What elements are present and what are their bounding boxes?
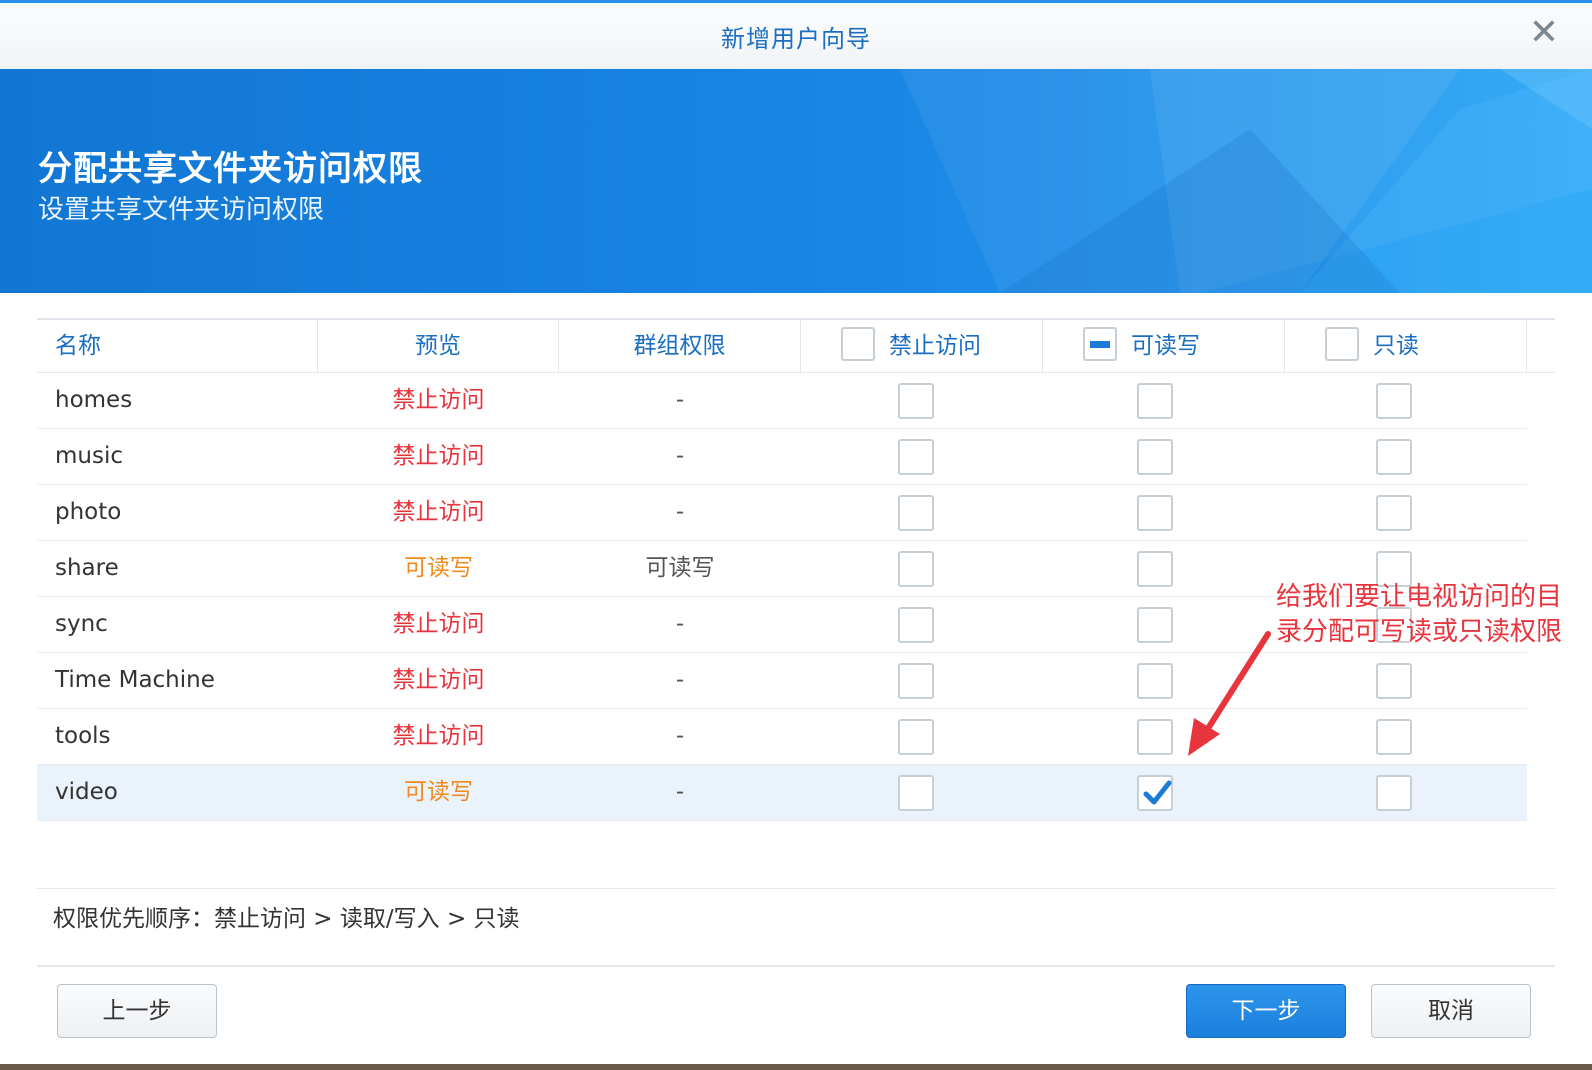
deny-checkbox[interactable] [898, 439, 934, 475]
folder-name: Time Machine [55, 667, 215, 693]
table-row[interactable]: photo 禁止访问 - [37, 485, 1527, 541]
group-permission: - [675, 779, 685, 805]
group-permission: - [675, 723, 685, 749]
preview-permission: 禁止访问 [392, 387, 485, 413]
col-header-rw: 可读写 [1043, 320, 1285, 372]
ro-checkbox[interactable] [1376, 719, 1412, 755]
group-permission: - [675, 611, 685, 637]
annotation-arrow-icon [1188, 631, 1271, 756]
rw-checkbox[interactable] [1137, 663, 1173, 699]
banner-title: 分配共享文件夹访问权限 [38, 149, 423, 189]
header-checkbox-deny[interactable] [841, 327, 875, 361]
folder-name: photo [55, 499, 122, 525]
table-row[interactable]: video 可读写 - [37, 765, 1527, 821]
preview-permission: 禁止访问 [392, 611, 485, 637]
folder-name: music [55, 443, 124, 469]
deny-checkbox[interactable] [898, 775, 934, 811]
priority-note-text: 权限优先顺序：禁止访问 > 读取/写入 > 只读 [53, 906, 520, 932]
priority-note: 权限优先顺序：禁止访问 > 读取/写入 > 只读 [37, 888, 1555, 932]
table-row[interactable]: Time Machine 禁止访问 - [37, 653, 1527, 709]
col-header-ro: 只读 [1285, 320, 1527, 372]
ro-checkbox[interactable] [1376, 439, 1412, 475]
col-header-preview[interactable]: 预览 [318, 320, 559, 372]
deny-checkbox[interactable] [898, 607, 934, 643]
rw-checkbox[interactable] [1137, 551, 1173, 587]
background-strip [0, 1064, 1592, 1070]
preview-permission: 禁止访问 [392, 499, 485, 525]
next-button[interactable]: 下一步 [1186, 984, 1346, 1038]
col-header-rw-label: 可读写 [1131, 333, 1200, 359]
table-row[interactable]: homes 禁止访问 - [37, 373, 1527, 429]
rw-checkbox[interactable] [1137, 383, 1173, 419]
folder-name: share [55, 555, 119, 581]
table-row[interactable]: tools 禁止访问 - [37, 709, 1527, 765]
group-permission: - [675, 667, 685, 693]
banner-subtitle: 设置共享文件夹访问权限 [38, 195, 325, 225]
checkmark-icon [1143, 780, 1172, 805]
preview-permission: 可读写 [404, 779, 473, 805]
deny-checkbox[interactable] [898, 383, 934, 419]
folder-name: video [55, 779, 118, 805]
header-checkbox-ro[interactable] [1325, 327, 1359, 361]
col-header-deny-label: 禁止访问 [889, 333, 981, 359]
group-permission: 可读写 [645, 555, 715, 581]
col-header-name[interactable]: 名称 [37, 320, 318, 372]
close-icon[interactable]: ✕ [1524, 13, 1564, 53]
ro-checkbox[interactable] [1376, 495, 1412, 531]
header-checkbox-rw[interactable] [1083, 327, 1117, 361]
table-header: 名称 预览 群组权限 禁止访问 可读写 只读 [37, 318, 1555, 373]
deny-checkbox[interactable] [898, 663, 934, 699]
permission-table: 名称 预览 群组权限 禁止访问 可读写 只读 homes 禁止访问 - music 禁止… [37, 318, 1555, 821]
ro-checkbox[interactable] [1376, 775, 1412, 811]
table-row[interactable]: music 禁止访问 - [37, 429, 1527, 485]
ro-checkbox[interactable] [1376, 663, 1412, 699]
annotation-text: 给我们要让电视访问的目录分配可写读或只读权限 [1276, 582, 1563, 647]
preview-permission: 禁止访问 [392, 443, 485, 469]
add-user-wizard-dialog: 新增用户向导 ✕ 分配共享文件夹访问权限 设置共享文件夹访问权限 名称 预览 群… [0, 0, 1592, 1070]
group-permission: - [675, 499, 685, 525]
rw-checkbox[interactable] [1137, 719, 1173, 755]
group-permission: - [675, 443, 685, 469]
rw-checkbox[interactable] [1137, 495, 1173, 531]
rw-checkbox[interactable] [1137, 775, 1173, 811]
ro-checkbox[interactable] [1376, 383, 1412, 419]
col-header-group[interactable]: 群组权限 [559, 320, 801, 372]
preview-permission: 禁止访问 [392, 723, 485, 749]
window-title: 新增用户向导 [721, 25, 871, 53]
preview-permission: 可读写 [404, 555, 473, 581]
header-banner: 分配共享文件夹访问权限 设置共享文件夹访问权限 [0, 69, 1592, 293]
deny-checkbox[interactable] [898, 551, 934, 587]
col-header-ro-label: 只读 [1373, 333, 1419, 359]
preview-permission: 禁止访问 [392, 667, 485, 693]
title-bar: 新增用户向导 ✕ [0, 3, 1592, 70]
footer-divider [37, 965, 1555, 967]
deny-checkbox[interactable] [898, 495, 934, 531]
folder-name: homes [55, 387, 133, 413]
folder-name: tools [55, 723, 111, 749]
prev-button[interactable]: 上一步 [57, 984, 217, 1038]
rw-checkbox[interactable] [1137, 607, 1173, 643]
deny-checkbox[interactable] [898, 719, 934, 755]
folder-name: sync [55, 611, 108, 637]
rw-checkbox[interactable] [1137, 439, 1173, 475]
group-permission: - [675, 387, 685, 413]
col-header-deny: 禁止访问 [801, 320, 1043, 372]
cancel-button[interactable]: 取消 [1371, 984, 1531, 1038]
